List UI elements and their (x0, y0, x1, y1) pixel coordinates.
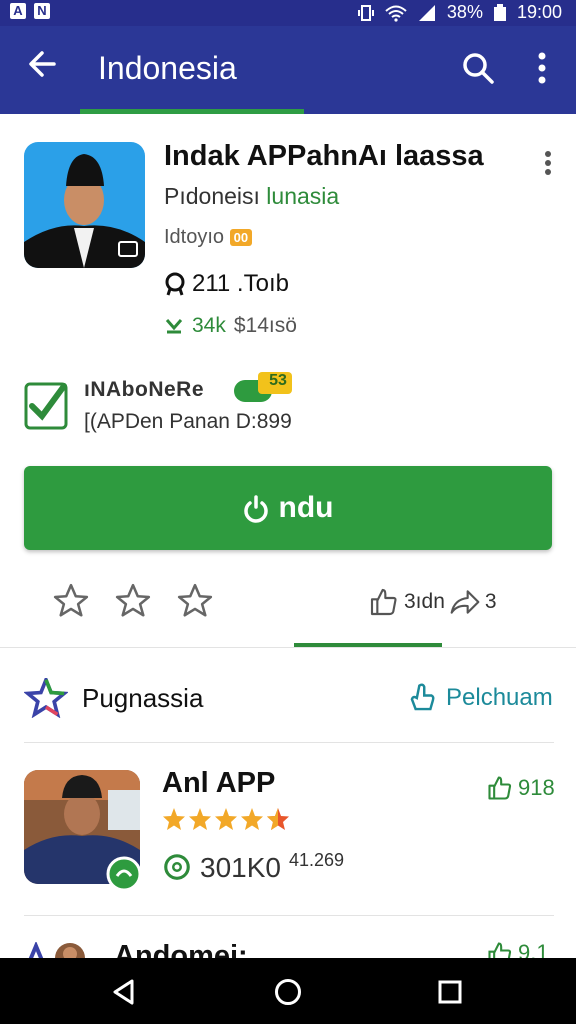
list-item-stats: 301K0 41.269 (162, 850, 345, 884)
wifi-icon (385, 5, 407, 22)
forward-count: 3 (484, 590, 497, 613)
list-item-title[interactable]: Anl APP (162, 767, 275, 800)
developer-badge: 00 (229, 229, 253, 247)
app-name: Indak APPahnAı laassa (164, 140, 484, 172)
status-left-icons: A N (10, 3, 50, 19)
list-item-2-avatar (55, 943, 85, 958)
speedometer-icon (164, 854, 190, 880)
badge-title: ıNAboNeRe (84, 378, 205, 401)
list-item-likes[interactable]: 918 (486, 774, 555, 802)
downloads-row: 34k $14ısö (164, 314, 297, 338)
app-subtitle-prefix: Pıdoneisı (164, 183, 260, 209)
section-link-label: Pelchuam (446, 684, 553, 711)
status-bar: A N 38% 19:00 (0, 0, 576, 26)
app-bar: Indonesia (0, 26, 576, 114)
rate-star-1-icon[interactable] (52, 582, 90, 620)
developer-name[interactable]: Idtoyıo (164, 226, 224, 248)
badge-tag-label: 53 (269, 372, 287, 389)
list-item-2-title: Andomei: (114, 940, 248, 958)
share-count: 3ıdn (404, 590, 445, 613)
award-icon (165, 272, 185, 296)
verified-check-icon (24, 382, 68, 430)
tab-indicator (80, 109, 304, 114)
hand-icon (410, 683, 435, 711)
nav-back-icon[interactable] (110, 978, 138, 1006)
app-size: $14ısö (233, 314, 297, 337)
downloads-count: 34k (192, 314, 226, 337)
app-icon[interactable] (24, 142, 145, 268)
like-icon (488, 776, 512, 800)
list-item-2-likes: 9.1 (486, 940, 549, 958)
list-item-downloads: 301K0 (200, 852, 281, 883)
list-item-extra: 41.269 (288, 850, 345, 870)
list-item-likes-count: 918 (518, 775, 555, 800)
battery-percent: 38% (446, 2, 483, 22)
app-subtitle-green: lunasia (266, 183, 340, 209)
app-icon-portrait (24, 142, 145, 268)
list-item-partial[interactable]: Andomei: 9.1 (24, 940, 554, 958)
battery-icon (493, 3, 506, 21)
list-item-2-icon (28, 942, 44, 958)
row-divider (24, 915, 554, 916)
featured-star-icon (24, 678, 68, 718)
rating-row: 211 .Toıb (164, 270, 289, 298)
notification-n-icon: N (34, 3, 50, 19)
badge-detail: [(APDen Panan D:899 (84, 410, 292, 433)
row-divider (24, 742, 554, 743)
system-nav-bar (0, 958, 576, 1024)
status-right: 38% 19:00 (357, 2, 562, 23)
rate-star-3-icon[interactable] (176, 582, 214, 620)
back-arrow-icon[interactable] (24, 46, 60, 82)
notification-a-icon: A (10, 3, 26, 19)
star-rating-input[interactable] (52, 582, 214, 620)
section-divider (0, 647, 576, 648)
rating-stars-icon (163, 808, 289, 830)
section-title: Pugnassia (82, 683, 204, 713)
install-label: ndu (278, 491, 334, 524)
like-icon (488, 942, 512, 958)
overflow-menu-icon[interactable] (530, 48, 554, 88)
clock: 19:00 (516, 2, 562, 22)
section-link[interactable]: Pelchuam (408, 682, 553, 714)
list-item-rating (162, 806, 292, 841)
rate-star-2-icon[interactable] (114, 582, 152, 620)
signal-icon (418, 4, 435, 21)
nav-home-icon[interactable] (273, 977, 303, 1007)
share-actions: 3ıdn 3 (368, 586, 497, 618)
nav-recents-icon[interactable] (436, 978, 464, 1006)
page-title: Indonesia (98, 50, 237, 86)
app-subtitle: Pıdoneisı lunasia (164, 183, 339, 210)
search-icon[interactable] (460, 50, 496, 86)
thumbs-up-icon[interactable] (368, 586, 400, 618)
app-more-icon[interactable] (540, 150, 556, 176)
rating-count: 211 .Toıb (192, 270, 289, 297)
list-item-2-likes-count: 9.1 (518, 940, 549, 958)
download-icon (165, 319, 183, 334)
forward-arrow-icon[interactable] (449, 586, 481, 618)
list-item-badge-icon (106, 856, 142, 892)
developer-row: Idtoyıo 00 (164, 226, 253, 249)
install-button[interactable]: ndu (24, 466, 552, 550)
vibrate-icon (357, 4, 374, 21)
power-icon (243, 495, 268, 523)
